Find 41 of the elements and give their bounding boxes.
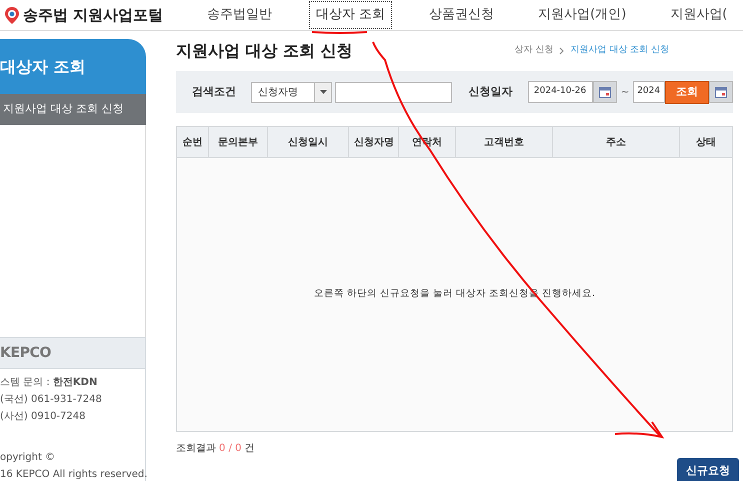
calendar-icon[interactable] <box>593 81 617 103</box>
contact-line: (사선) 0910-7248 <box>0 410 86 424</box>
caret-icon <box>320 90 327 94</box>
breadcrumb-item: 지원사업 대상 조회 신청 <box>570 44 669 58</box>
column-header: 고객번호 <box>455 127 552 157</box>
condition-dropdown[interactable]: 신청자명 <box>251 82 332 102</box>
nav-tab[interactable]: 지원사업(개인) <box>531 1 634 29</box>
breadcrumb-item: 상자 신청 <box>514 44 554 58</box>
result-count: 0 / 0 <box>219 442 242 456</box>
range-separator: ~ <box>620 86 630 100</box>
sidebar-item[interactable]: 지원사업 대상 조회 신청 <box>0 94 146 125</box>
company-logo: KEPCO <box>0 344 52 362</box>
search-condition-label: 검색조건 <box>192 84 237 100</box>
date-field[interactable]: 2024 <box>633 81 665 103</box>
contact-line: (국선) 061-931-7248 <box>0 393 103 407</box>
annotation-underline <box>312 31 368 34</box>
nav-tab[interactable]: 대상자 조회 <box>309 1 392 29</box>
nav-tab[interactable]: 상품권신청 <box>422 1 502 29</box>
column-header: 문의본부 <box>208 127 267 157</box>
sidebar-header: 대상자 조회 <box>0 39 146 94</box>
calendar-icon[interactable] <box>709 81 733 103</box>
column-header: 상태 <box>679 127 732 157</box>
new-request-button[interactable]: 신규요청 <box>677 458 739 481</box>
chevron-right-icon <box>559 47 564 55</box>
date-label: 신청일자 <box>468 84 514 100</box>
date-field[interactable]: 2024-10-26 <box>528 81 594 103</box>
contact-line: 스템 문의 : 한전KDN <box>0 376 98 390</box>
search-input[interactable] <box>335 82 452 102</box>
column-header: 신청일시 <box>266 127 348 157</box>
column-header: 순번 <box>181 136 204 150</box>
copyright-line: opyright © <box>0 451 56 465</box>
nav-tab[interactable]: 지원사업( <box>663 1 734 29</box>
column-header: 주소 <box>552 127 680 157</box>
logo-icon <box>5 6 19 24</box>
page-title: 지원사업 대상 조회 신청 <box>176 40 353 62</box>
nav-tab[interactable]: 송주법일반 <box>200 1 279 29</box>
result-label: 조회결과 <box>176 442 216 456</box>
column-header: 신청자명 <box>348 127 398 157</box>
result-unit: 건 <box>244 442 254 456</box>
site-title: 송주법 지원사업포털 <box>23 4 164 26</box>
copyright-line: 16 KEPCO All rights reserved. <box>0 468 145 481</box>
